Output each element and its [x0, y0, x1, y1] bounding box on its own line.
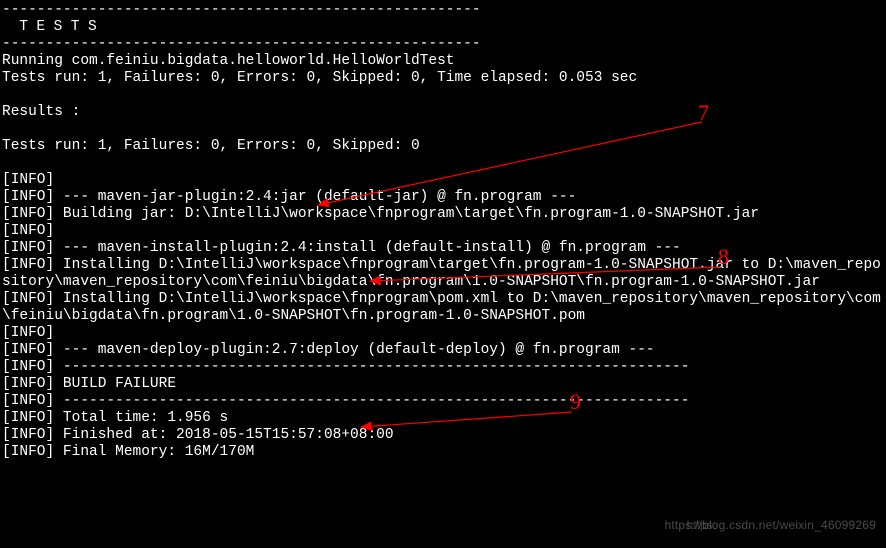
- terminal-line: Results :: [2, 104, 884, 121]
- terminal-line: [INFO] Total time: 1.956 s: [2, 410, 884, 427]
- watermark-text: https://blog.csdn.net/weixin_46099269: [664, 517, 876, 534]
- terminal-line: ----------------------------------------…: [2, 2, 884, 19]
- terminal-line: Tests run: 1, Failures: 0, Errors: 0, Sk…: [2, 70, 884, 87]
- terminal-line: [INFO] --- maven-jar-plugin:2.4:jar (def…: [2, 189, 884, 206]
- terminal-line: Tests run: 1, Failures: 0, Errors: 0, Sk…: [2, 138, 884, 155]
- terminal-line: [INFO] Installing D:\IntelliJ\workspace\…: [2, 291, 884, 325]
- terminal-line: [INFO] Finished at: 2018-05-15T15:57:08+…: [2, 427, 884, 444]
- terminal-line: [INFO] Building jar: D:\IntelliJ\workspa…: [2, 206, 884, 223]
- terminal-line: [INFO] --- maven-deploy-plugin:2.7:deplo…: [2, 342, 884, 359]
- terminal-line: [INFO]: [2, 325, 884, 342]
- terminal-line: ----------------------------------------…: [2, 36, 884, 53]
- terminal-line: [INFO] Final Memory: 16M/170M: [2, 444, 884, 461]
- terminal-line: [INFO] ---------------------------------…: [2, 359, 884, 376]
- terminal-line: TESTS: [2, 19, 884, 36]
- terminal-output: ----------------------------------------…: [0, 0, 886, 463]
- terminal-line: [INFO] ---------------------------------…: [2, 393, 884, 410]
- terminal-line: [INFO] --- maven-install-plugin:2.4:inst…: [2, 240, 884, 257]
- terminal-line: [INFO] Installing D:\IntelliJ\workspace\…: [2, 257, 884, 291]
- terminal-line: Running com.feiniu.bigdata.helloworld.He…: [2, 53, 884, 70]
- terminal-line: [2, 121, 884, 138]
- terminal-line: [INFO] BUILD FAILURE: [2, 376, 884, 393]
- terminal-line: [2, 155, 884, 172]
- terminal-line: [2, 87, 884, 104]
- terminal-line: [INFO]: [2, 172, 884, 189]
- terminal-line: [INFO]: [2, 223, 884, 240]
